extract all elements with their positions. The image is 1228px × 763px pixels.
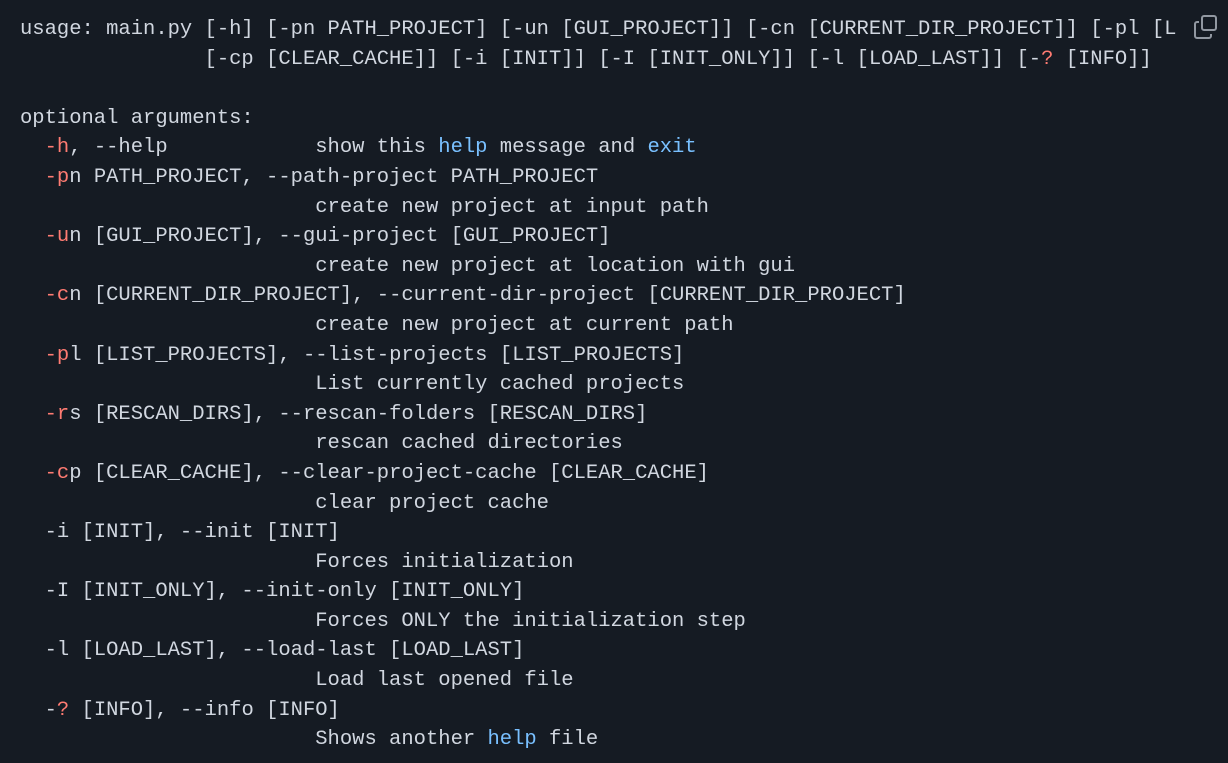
code-token: -l [LOAD_LAST], --load-last [LOAD_LAST] [20, 639, 525, 663]
code-token-flag: -p [44, 343, 70, 367]
code-token: file [536, 728, 599, 752]
code-token: create new project at location with gui [20, 254, 796, 278]
code-token: s [RESCAN_DIRS], --rescan-folders [RESCA… [69, 402, 648, 426]
code-line: rescan cached directories [20, 429, 1180, 459]
code-line: Forces ONLY the initialization step [20, 607, 1180, 637]
code-token-flag: -c [44, 461, 70, 485]
code-token: l [LIST_PROJECTS], --list-projects [LIST… [69, 343, 685, 367]
code-token-flag: -p [44, 165, 70, 189]
code-line: List currently cached projects [20, 370, 1180, 400]
code-token: List currently cached projects [20, 373, 685, 397]
code-line: -un [GUI_PROJECT], --gui-project [GUI_PR… [20, 222, 1180, 252]
code-token: n PATH_PROJECT, --path-project PATH_PROJ… [69, 165, 599, 189]
code-token-flag: -u [44, 225, 70, 249]
code-token-builtin: help [438, 136, 488, 160]
code-token: [INFO], --info [INFO] [69, 698, 340, 722]
code-block: usage: main.py [-h] [-pn PATH_PROJECT] [… [0, 0, 1180, 763]
code-token: Forces initialization [20, 550, 574, 574]
code-token-flag: -r [44, 402, 70, 426]
code-line: -h, --help show this help message and ex… [20, 133, 1180, 163]
code-token-builtin: exit [647, 136, 697, 160]
code-token: - [20, 698, 57, 722]
code-token-builtin: help [487, 728, 537, 752]
code-line: -cp [CLEAR_CACHE], --clear-project-cache… [20, 459, 1180, 489]
code-line: -pl [LIST_PROJECTS], --list-projects [LI… [20, 341, 1180, 371]
code-line: Load last opened file [20, 666, 1180, 696]
code-token: clear project cache [20, 491, 549, 515]
code-token: Load last opened file [20, 669, 574, 693]
code-token: usage: main.py [-h] [-pn PATH_PROJECT] [… [20, 18, 1177, 41]
code-token: [INFO]] [1053, 47, 1152, 71]
code-token: n [GUI_PROJECT], --gui-project [GUI_PROJ… [69, 225, 611, 249]
code-line: create new project at input path [20, 193, 1180, 223]
code-line: usage: main.py [-h] [-pn PATH_PROJECT] [… [20, 15, 1180, 45]
code-token: rescan cached directories [20, 432, 623, 456]
code-token: create new project at current path [20, 313, 734, 337]
code-line: -pn PATH_PROJECT, --path-project PATH_PR… [20, 163, 1180, 193]
code-token: p [CLEAR_CACHE], --clear-project-cache [… [69, 461, 709, 485]
copy-icon [1194, 15, 1217, 39]
code-line: create new project at location with gui [20, 252, 1180, 282]
code-line: [-cp [CLEAR_CACHE]] [-i [INIT]] [-I [INI… [20, 45, 1180, 75]
code-line: -rs [RESCAN_DIRS], --rescan-folders [RES… [20, 400, 1180, 430]
code-line: -l [LOAD_LAST], --load-last [LOAD_LAST] [20, 636, 1180, 666]
code-line: clear project cache [20, 489, 1180, 519]
code-line: optional arguments: [20, 104, 1180, 134]
code-token: -I [INIT_ONLY], --init-only [INIT_ONLY] [20, 580, 525, 604]
code-token: n [CURRENT_DIR_PROJECT], --current-dir-p… [69, 284, 906, 308]
code-line: -I [INIT_ONLY], --init-only [INIT_ONLY] [20, 577, 1180, 607]
code-token: , --help show this [69, 136, 439, 160]
code-token: Forces ONLY the initialization step [20, 609, 746, 633]
copy-button[interactable] [1192, 13, 1220, 41]
code-line: -cn [CURRENT_DIR_PROJECT], --current-dir… [20, 281, 1180, 311]
code-line: Shows another help file [20, 725, 1180, 755]
code-line: create new project at current path [20, 311, 1180, 341]
code-token: [-cp [CLEAR_CACHE]] [-i [INIT]] [-I [INI… [20, 47, 1042, 71]
code-token-flag: -c [44, 284, 70, 308]
code-token-flag: ? [1041, 47, 1054, 71]
code-token: create new project at input path [20, 195, 709, 219]
code-token-flag: -h [44, 136, 70, 160]
code-line: -i [INIT], --init [INIT] [20, 518, 1180, 548]
code-line: -? [INFO], --info [INFO] [20, 696, 1180, 726]
code-token: optional arguments: [20, 106, 254, 130]
code-token: Shows another [20, 728, 488, 752]
code-token: -i [INIT], --init [INIT] [20, 521, 340, 545]
code-token-flag: ? [56, 698, 70, 722]
code-line: Forces initialization [20, 548, 1180, 578]
code-token: message and [487, 136, 648, 160]
